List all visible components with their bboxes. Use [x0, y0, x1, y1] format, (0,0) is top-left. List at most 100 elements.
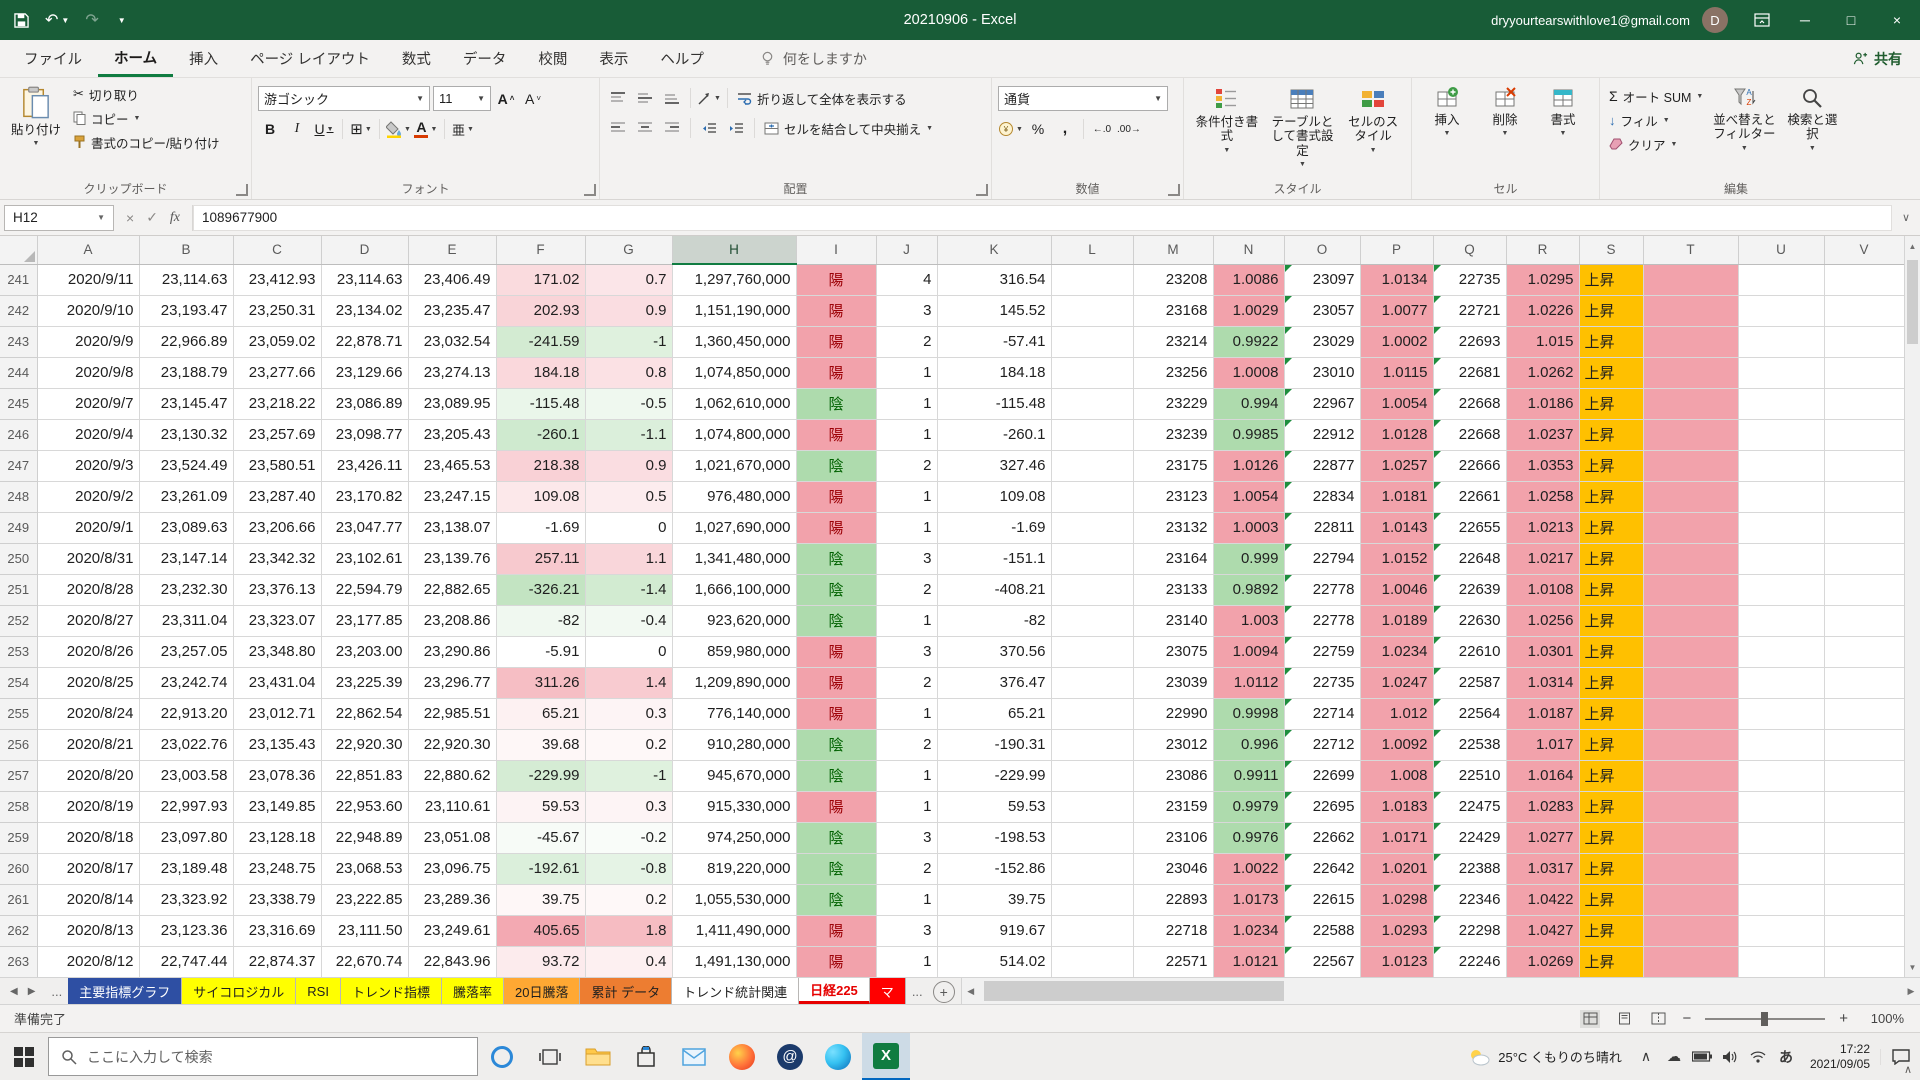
cell-F252[interactable]: -82 [496, 605, 585, 636]
cell-U244[interactable] [1738, 357, 1824, 388]
cell-K251[interactable]: -408.21 [937, 574, 1051, 605]
cell-Q241[interactable]: 22735 [1433, 264, 1506, 295]
cell-F260[interactable]: -192.61 [496, 853, 585, 884]
cortana-button[interactable] [478, 1033, 526, 1080]
cell-T256[interactable] [1643, 729, 1738, 760]
sheet-tab-サイコロジカル[interactable]: サイコロジカル [182, 978, 296, 1004]
column-header-J[interactable]: J [876, 236, 937, 264]
align-left-icon[interactable] [606, 116, 630, 140]
cell-N244[interactable]: 1.0008 [1213, 357, 1284, 388]
cell-B259[interactable]: 23,097.80 [139, 822, 233, 853]
zoom-slider-thumb[interactable] [1761, 1012, 1768, 1026]
cell-P246[interactable]: 1.0128 [1360, 419, 1433, 450]
cell-H252[interactable]: 923,620,000 [672, 605, 796, 636]
cell-I255[interactable]: 陽 [796, 698, 876, 729]
cell-O257[interactable]: 22699 [1284, 760, 1360, 791]
cell-Q258[interactable]: 22475 [1433, 791, 1506, 822]
column-header-C[interactable]: C [233, 236, 321, 264]
cell-G248[interactable]: 0.5 [585, 481, 672, 512]
cell-F258[interactable]: 59.53 [496, 791, 585, 822]
cell-H259[interactable]: 974,250,000 [672, 822, 796, 853]
cell-C255[interactable]: 23,012.71 [233, 698, 321, 729]
cell-J247[interactable]: 2 [876, 450, 937, 481]
fill-button[interactable]: ↓ フィル ▼ [1606, 108, 1706, 132]
cell-B245[interactable]: 23,145.47 [139, 388, 233, 419]
cell-L255[interactable] [1051, 698, 1133, 729]
cell-A262[interactable]: 2020/8/13 [37, 915, 139, 946]
cell-K252[interactable]: -82 [937, 605, 1051, 636]
cell-K261[interactable]: 39.75 [937, 884, 1051, 915]
cell-K249[interactable]: -1.69 [937, 512, 1051, 543]
volume-icon[interactable] [1716, 1033, 1744, 1080]
cell-A249[interactable]: 2020/9/1 [37, 512, 139, 543]
row-header-259[interactable]: 259 [0, 822, 37, 853]
cell-E259[interactable]: 23,051.08 [408, 822, 496, 853]
cell-U253[interactable] [1738, 636, 1824, 667]
cell-N253[interactable]: 1.0094 [1213, 636, 1284, 667]
cell-N252[interactable]: 1.003 [1213, 605, 1284, 636]
cell-A244[interactable]: 2020/9/8 [37, 357, 139, 388]
cell-T263[interactable] [1643, 946, 1738, 977]
cell-U256[interactable] [1738, 729, 1824, 760]
cell-Q242[interactable]: 22721 [1433, 295, 1506, 326]
cell-H262[interactable]: 1,411,490,000 [672, 915, 796, 946]
cell-C245[interactable]: 23,218.22 [233, 388, 321, 419]
cell-A243[interactable]: 2020/9/9 [37, 326, 139, 357]
cell-D256[interactable]: 22,920.30 [321, 729, 408, 760]
name-box[interactable]: H12 ▼ [4, 205, 114, 231]
column-header-U[interactable]: U [1738, 236, 1824, 264]
cell-G244[interactable]: 0.8 [585, 357, 672, 388]
cell-C247[interactable]: 23,580.51 [233, 450, 321, 481]
cell-D242[interactable]: 23,134.02 [321, 295, 408, 326]
insert-cells-button[interactable]: 挿入 ▼ [1418, 82, 1476, 177]
cell-H263[interactable]: 1,491,130,000 [672, 946, 796, 977]
cell-V242[interactable] [1824, 295, 1904, 326]
row-header-247[interactable]: 247 [0, 450, 37, 481]
cell-I261[interactable]: 陰 [796, 884, 876, 915]
cell-V263[interactable] [1824, 946, 1904, 977]
cell-O260[interactable]: 22642 [1284, 853, 1360, 884]
cell-U241[interactable] [1738, 264, 1824, 295]
cell-P247[interactable]: 1.0257 [1360, 450, 1433, 481]
cell-O261[interactable]: 22615 [1284, 884, 1360, 915]
cell-R250[interactable]: 1.0217 [1506, 543, 1579, 574]
cell-C243[interactable]: 23,059.02 [233, 326, 321, 357]
sheet-tab-トレンド統計関連[interactable]: トレンド統計関連 [672, 978, 799, 1004]
cell-O258[interactable]: 22695 [1284, 791, 1360, 822]
cell-G260[interactable]: -0.8 [585, 853, 672, 884]
expand-formula-bar-icon[interactable]: ∨ [1892, 211, 1920, 224]
cell-V256[interactable] [1824, 729, 1904, 760]
cell-N249[interactable]: 1.0003 [1213, 512, 1284, 543]
cell-H242[interactable]: 1,151,190,000 [672, 295, 796, 326]
cell-L241[interactable] [1051, 264, 1133, 295]
cell-R262[interactable]: 1.0427 [1506, 915, 1579, 946]
cell-S254[interactable]: 上昇 [1579, 667, 1643, 698]
cell-H244[interactable]: 1,074,850,000 [672, 357, 796, 388]
cell-A258[interactable]: 2020/8/19 [37, 791, 139, 822]
column-header-K[interactable]: K [937, 236, 1051, 264]
cell-H261[interactable]: 1,055,530,000 [672, 884, 796, 915]
cell-I263[interactable]: 陽 [796, 946, 876, 977]
cell-Q243[interactable]: 22693 [1433, 326, 1506, 357]
cell-I259[interactable]: 陰 [796, 822, 876, 853]
cell-K253[interactable]: 370.56 [937, 636, 1051, 667]
alignment-dialog-launcher[interactable] [976, 184, 988, 196]
cell-D245[interactable]: 23,086.89 [321, 388, 408, 419]
cell-T250[interactable] [1643, 543, 1738, 574]
cell-K260[interactable]: -152.86 [937, 853, 1051, 884]
cell-N262[interactable]: 1.0234 [1213, 915, 1284, 946]
cell-O242[interactable]: 23057 [1284, 295, 1360, 326]
cell-N256[interactable]: 0.996 [1213, 729, 1284, 760]
cell-N241[interactable]: 1.0086 [1213, 264, 1284, 295]
cell-E256[interactable]: 22,920.30 [408, 729, 496, 760]
cell-D258[interactable]: 22,953.60 [321, 791, 408, 822]
cell-S250[interactable]: 上昇 [1579, 543, 1643, 574]
cell-P257[interactable]: 1.008 [1360, 760, 1433, 791]
number-dialog-launcher[interactable] [1168, 184, 1180, 196]
cell-P243[interactable]: 1.0002 [1360, 326, 1433, 357]
cell-H260[interactable]: 819,220,000 [672, 853, 796, 884]
cell-L263[interactable] [1051, 946, 1133, 977]
sheet-tab-トレンド指標[interactable]: トレンド指標 [341, 978, 442, 1004]
cell-R251[interactable]: 1.0108 [1506, 574, 1579, 605]
cell-F254[interactable]: 311.26 [496, 667, 585, 698]
